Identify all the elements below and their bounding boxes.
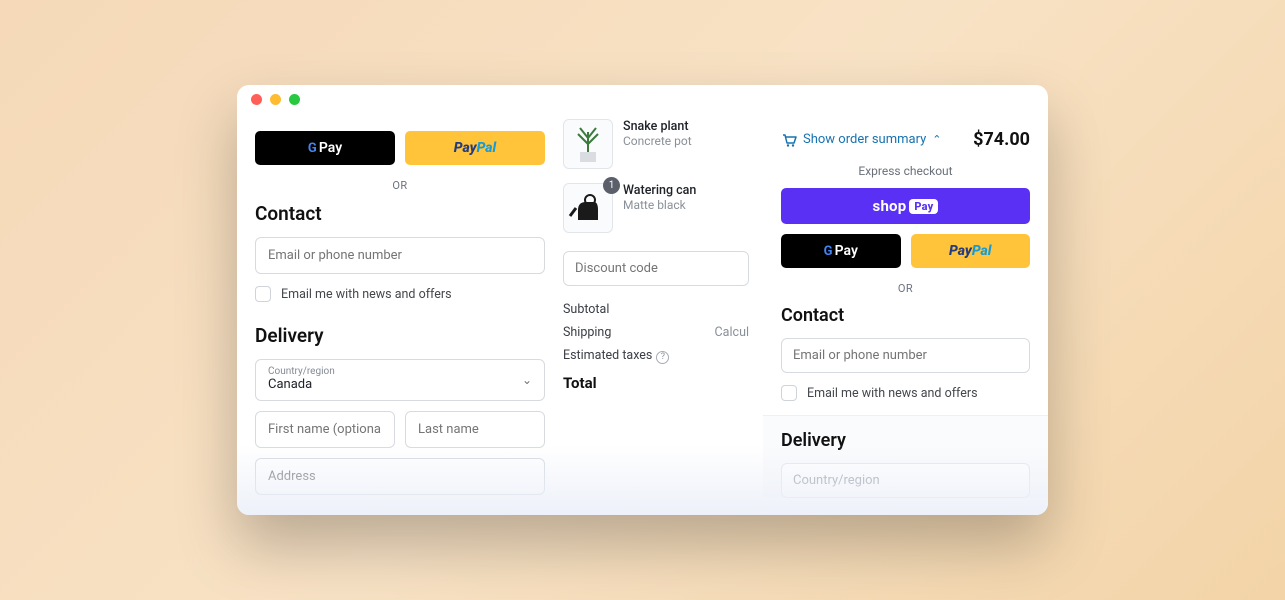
window-minimize[interactable] — [270, 94, 281, 105]
paypal-logo-icon: PayPal — [949, 243, 991, 259]
cart-item-title: Watering can — [623, 183, 696, 198]
country-select[interactable]: Country/region — [781, 463, 1030, 498]
cart-icon — [781, 132, 797, 148]
news-checkbox[interactable] — [255, 286, 271, 302]
gpay-button[interactable]: GPay — [781, 234, 901, 268]
delivery-heading: Delivery — [255, 324, 545, 347]
google-logo-icon: G — [308, 141, 317, 156]
paypal-button[interactable]: PayPal — [911, 234, 1031, 268]
address-field[interactable] — [255, 458, 545, 495]
gpay-label: Pay — [319, 140, 342, 156]
last-name-field[interactable] — [405, 411, 545, 448]
plant-icon — [568, 124, 608, 164]
window-maximize[interactable] — [289, 94, 300, 105]
watering-can-icon — [568, 188, 608, 228]
chevron-down-icon: ⌄ — [522, 373, 532, 387]
cart-item: Snake plant Concrete pot — [563, 119, 749, 169]
contact-heading: Contact — [255, 202, 545, 225]
total-label: Total — [563, 374, 597, 392]
shoppay-badge: Pay — [909, 199, 938, 214]
email-field[interactable] — [255, 237, 545, 274]
country-label: Country/region — [268, 366, 532, 377]
shop-label: shop — [873, 197, 907, 215]
browser-window: GPay PayPal OR Contact Email me with new… — [237, 85, 1048, 515]
titlebar — [237, 85, 1048, 113]
express-checkout-label: Express checkout — [781, 164, 1030, 178]
window-close[interactable] — [251, 94, 262, 105]
shipping-value: Calcul — [715, 325, 749, 340]
email-field[interactable] — [781, 338, 1030, 373]
cart-item-variant: Matte black — [623, 198, 696, 212]
chevron-up-icon: ⌃ — [932, 133, 941, 146]
delivery-heading: Delivery — [781, 430, 1030, 451]
subtotal-label: Subtotal — [563, 302, 609, 317]
show-order-summary-toggle[interactable]: Show order summary ⌃ — [781, 132, 941, 148]
or-separator: OR — [255, 179, 545, 192]
info-icon[interactable]: ? — [656, 351, 669, 364]
news-label: Email me with news and offers — [807, 386, 978, 401]
country-select[interactable]: Country/region Canada ⌄ — [255, 359, 545, 401]
paypal-logo-icon: PayPal — [454, 140, 496, 156]
cart-item-variant: Concrete pot — [623, 134, 692, 148]
first-name-field[interactable] — [255, 411, 395, 448]
checkout-left-column: GPay PayPal OR Contact Email me with new… — [237, 113, 563, 515]
order-total: $74.00 — [973, 129, 1030, 150]
checkout-right-column: Show order summary ⌃ $74.00 Express chec… — [763, 113, 1048, 515]
or-separator: OR — [781, 282, 1030, 295]
news-label: Email me with news and offers — [281, 287, 452, 302]
country-label: Country/region — [793, 473, 880, 488]
cart-item: 1 Watering can Matte black — [563, 183, 749, 233]
order-summary-column: Snake plant Concrete pot 1 Watering can … — [563, 113, 763, 515]
shoppay-button[interactable]: shopPay — [781, 188, 1030, 224]
discount-code-field[interactable] — [563, 251, 749, 286]
google-logo-icon: G — [824, 244, 833, 259]
show-summary-label: Show order summary — [803, 132, 926, 147]
cart-item-title: Snake plant — [623, 119, 692, 134]
contact-heading: Contact — [781, 305, 1030, 326]
product-thumb — [563, 119, 613, 169]
country-value: Canada — [268, 377, 532, 392]
gpay-label: Pay — [835, 243, 858, 259]
shipping-label: Shipping — [563, 325, 611, 340]
paypal-button[interactable]: PayPal — [405, 131, 545, 165]
taxes-label: Estimated taxes — [563, 348, 652, 363]
qty-badge: 1 — [603, 177, 620, 194]
news-checkbox[interactable] — [781, 385, 797, 401]
gpay-button[interactable]: GPay — [255, 131, 395, 165]
